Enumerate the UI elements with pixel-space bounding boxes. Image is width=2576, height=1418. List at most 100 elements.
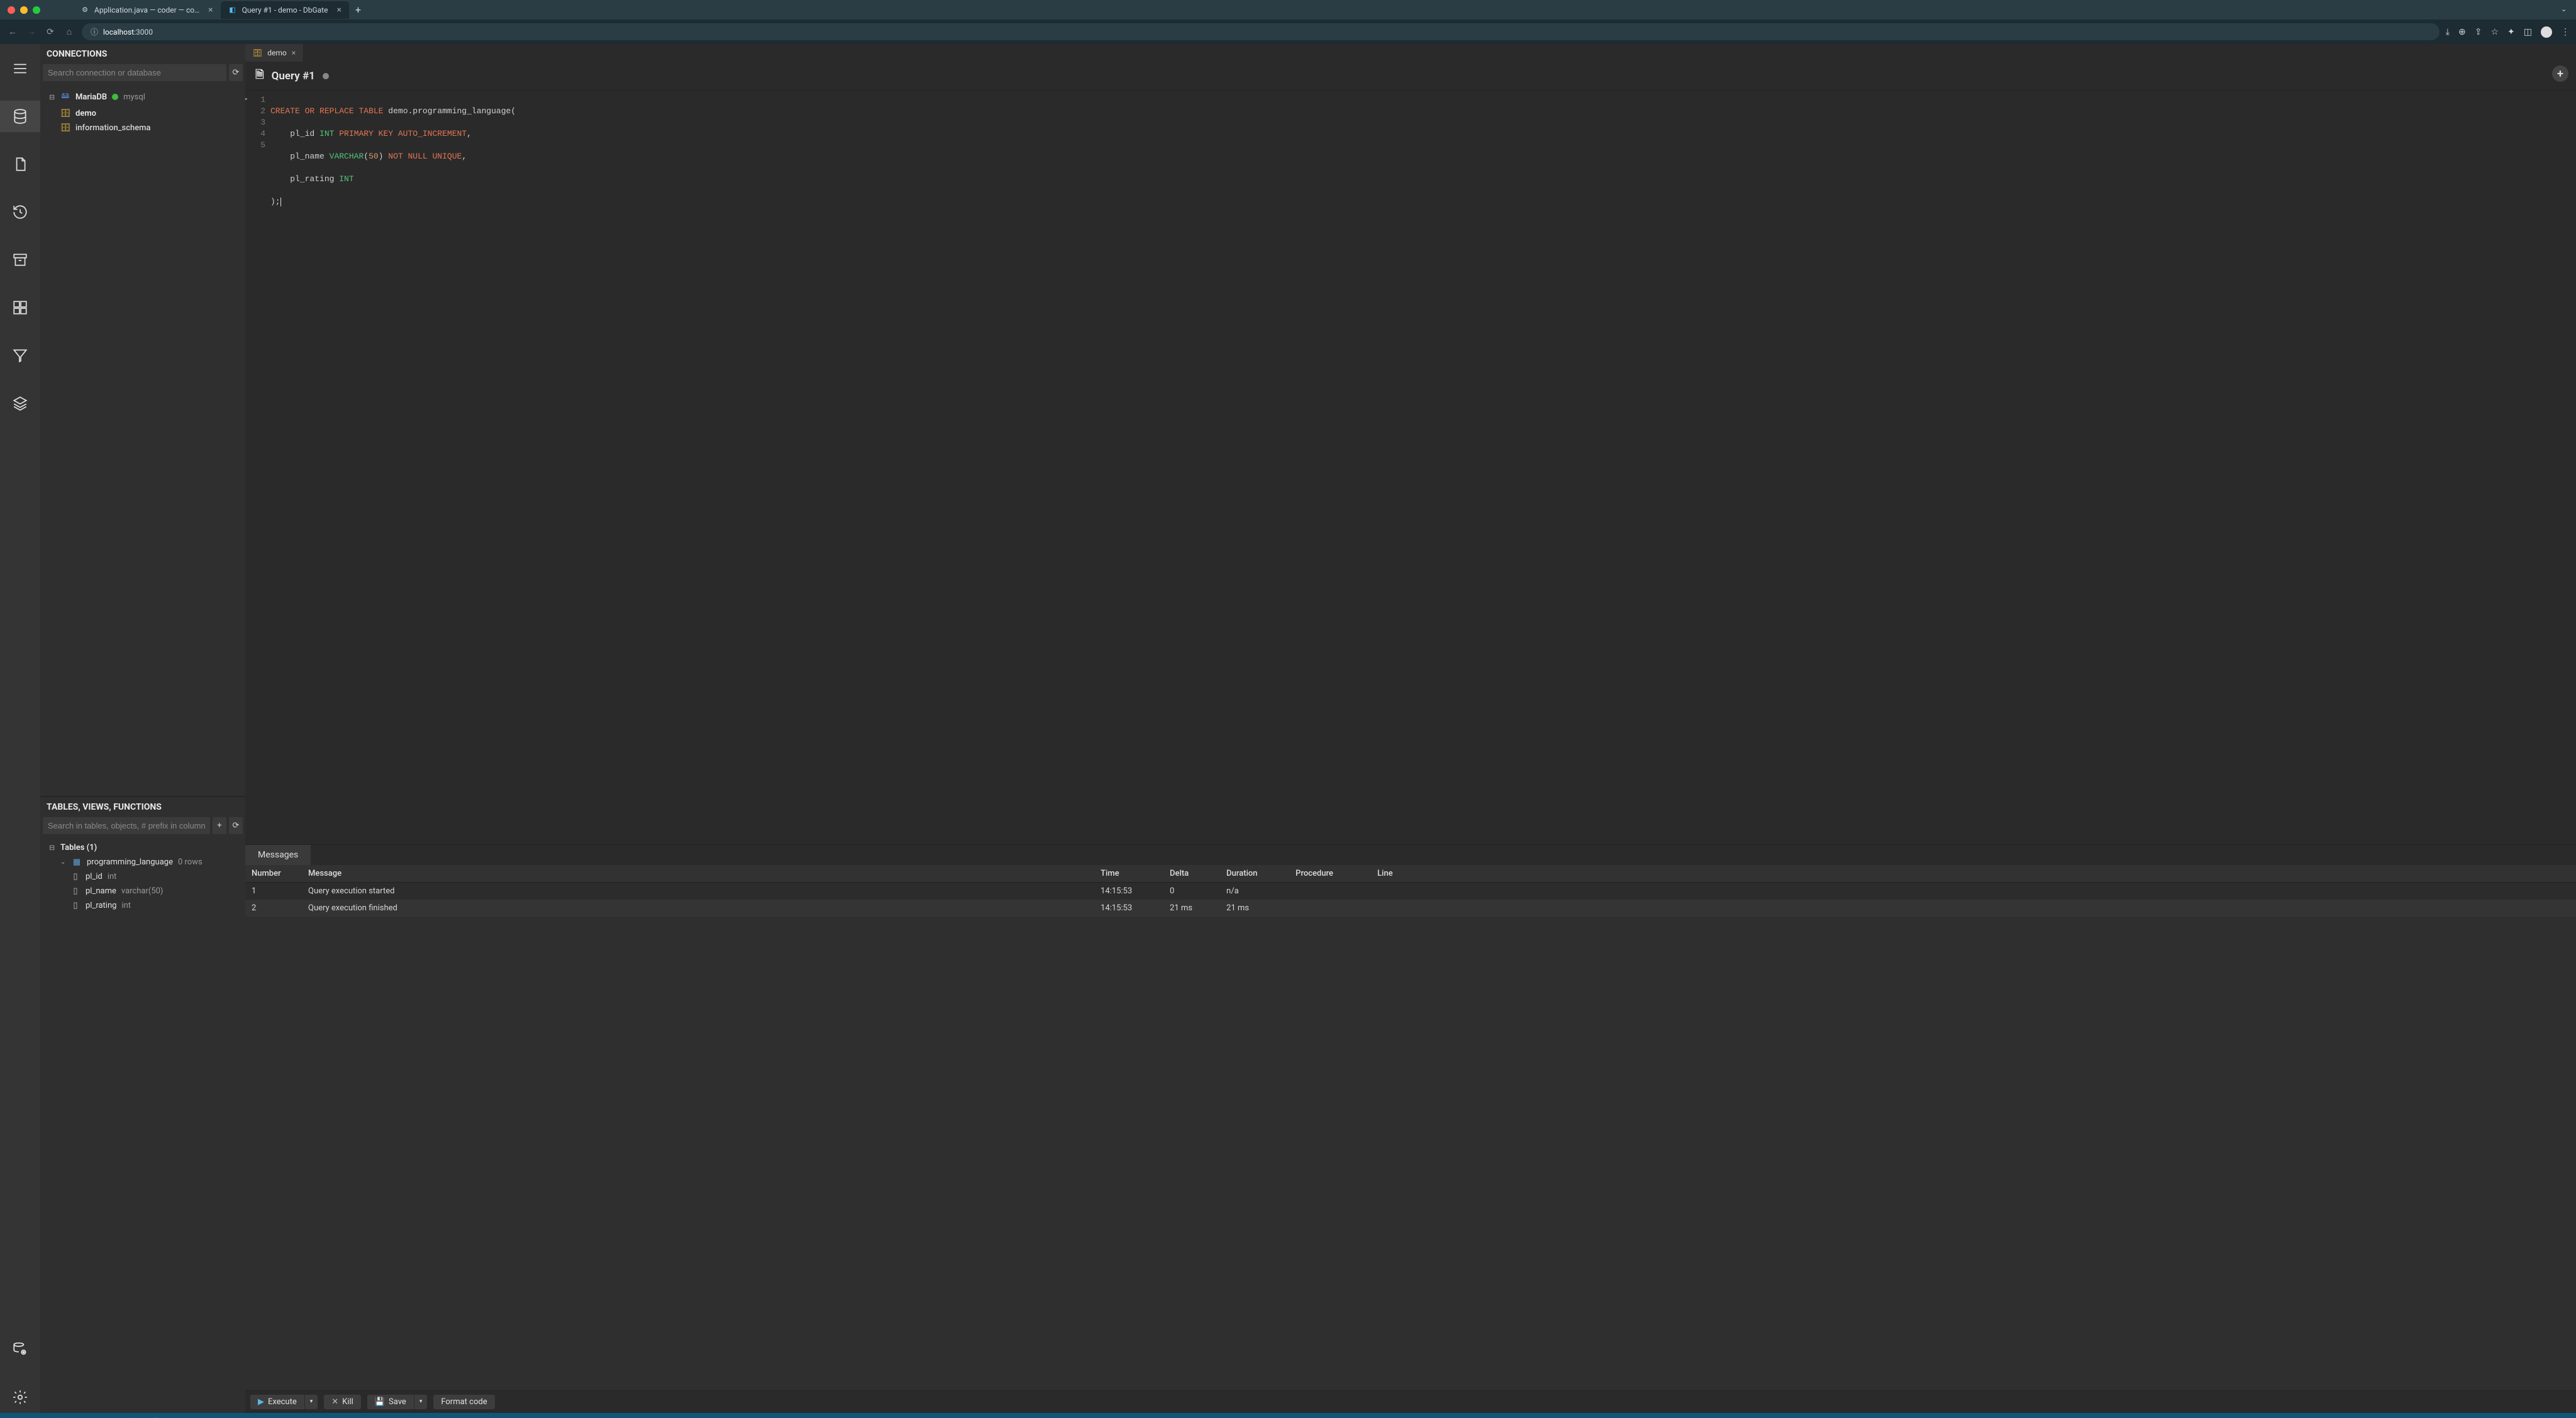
connections-header: CONNECTIONS xyxy=(40,44,245,64)
extensions-icon[interactable]: ✦ xyxy=(2507,27,2515,37)
new-query-button[interactable]: + xyxy=(2552,65,2568,82)
expand-icon[interactable]: ⌄ xyxy=(60,859,67,866)
status-connection[interactable]: 🖴MariaDB xyxy=(74,1415,118,1418)
column-row[interactable]: ▯ pl_id int xyxy=(43,869,243,884)
chevron-down-icon[interactable]: ⌄ xyxy=(2561,5,2568,13)
apps-icon[interactable] xyxy=(0,292,40,323)
bookmark-icon[interactable]: ☆ xyxy=(2490,27,2499,37)
format-code-button[interactable]: Format code xyxy=(433,1395,494,1409)
add-object-button[interactable]: + xyxy=(213,817,226,834)
browser-tab-title: Application.java — coder — co… xyxy=(94,6,199,14)
column-row[interactable]: ▯ pl_rating int xyxy=(43,898,243,913)
browser-tab-title: Query #1 - demo - DbGate xyxy=(242,6,328,14)
file-icon: 🗎 xyxy=(255,67,264,85)
profile-avatar[interactable] xyxy=(2541,26,2552,38)
url-host: localhost xyxy=(103,28,134,36)
file-tab-label: demo xyxy=(267,48,287,57)
server-icon: 🖴 xyxy=(60,90,70,104)
db-eye-icon[interactable] xyxy=(0,1334,40,1365)
search-connections-input[interactable] xyxy=(43,64,226,81)
save-button[interactable]: 💾Save xyxy=(367,1395,414,1409)
settings-icon[interactable] xyxy=(0,1382,40,1413)
window-minimize[interactable] xyxy=(20,6,28,14)
file-header: 🗎 Query #1 + xyxy=(245,62,2576,91)
editor-gutter: ▶1 2 3 4 5 xyxy=(245,91,270,844)
table-row[interactable]: 1 Query execution started 14:15:53 0 n/a xyxy=(245,882,2576,900)
run-marker-icon[interactable]: ▶ xyxy=(245,94,248,106)
database-row[interactable]: 🗄 demo xyxy=(43,106,243,121)
column-icon: ▯ xyxy=(70,872,80,881)
site-info-icon[interactable]: ⓘ xyxy=(91,26,98,37)
tables-group[interactable]: ⊟ Tables (1) xyxy=(43,840,243,855)
editor-code[interactable]: CREATE OR REPLACE TABLE demo.programming… xyxy=(270,91,516,844)
column-name: pl_id xyxy=(86,872,103,881)
panel-icon[interactable]: ◫ xyxy=(2524,27,2532,37)
database-icon: 🗄 xyxy=(60,123,70,133)
file-icon[interactable] xyxy=(0,148,40,180)
database-icon: 🗄 xyxy=(253,48,262,57)
favicon-icon: ⚙ xyxy=(80,6,89,14)
filter-icon[interactable] xyxy=(0,340,40,371)
database-icon[interactable] xyxy=(0,101,40,132)
nav-back-button[interactable]: ← xyxy=(6,26,19,37)
status-bar: 🗄demo 🎨 🖴MariaDB 🎨 👤user ●Connected 🖥Mar… xyxy=(0,1413,2576,1418)
connection-engine: mysql xyxy=(123,92,145,102)
col-line[interactable]: Line xyxy=(1371,865,2576,883)
kebab-menu-icon[interactable]: ⋮ xyxy=(2561,27,2570,37)
connection-name: MariaDB xyxy=(75,92,107,102)
sql-editor[interactable]: ▶1 2 3 4 5 CREATE OR REPLACE TABLE demo.… xyxy=(245,91,2576,844)
column-row[interactable]: ▯ pl_name varchar(50) xyxy=(43,884,243,898)
archive-icon[interactable] xyxy=(0,244,40,276)
col-procedure[interactable]: Procedure xyxy=(1289,865,1371,883)
column-icon: ▯ xyxy=(70,901,80,910)
table-rowcount: 0 rows xyxy=(178,857,203,867)
table-row[interactable]: 2 Query execution finished 14:15:53 21 m… xyxy=(245,900,2576,917)
column-icon: ▯ xyxy=(70,886,80,896)
history-icon[interactable] xyxy=(0,196,40,228)
database-row[interactable]: 🗄 information_schema xyxy=(43,121,243,135)
col-number[interactable]: Number xyxy=(245,865,302,883)
browser-tab[interactable]: ⚙ Application.java — coder — co… × xyxy=(73,1,221,19)
window-zoom[interactable] xyxy=(33,6,40,14)
window-close[interactable] xyxy=(8,6,15,14)
share-icon[interactable]: ⇪ xyxy=(2475,27,2482,37)
col-delta[interactable]: Delta xyxy=(1163,865,1220,883)
close-icon[interactable]: × xyxy=(208,5,213,15)
connection-row[interactable]: ⊟ 🖴 MariaDB mysql xyxy=(43,87,243,106)
collapse-icon[interactable]: ⊟ xyxy=(49,844,55,852)
database-icon: 🗄 xyxy=(60,109,70,118)
save-menu-button[interactable]: ▾ xyxy=(414,1395,428,1409)
col-time[interactable]: Time xyxy=(1094,865,1163,883)
refresh-objects-button[interactable]: ⟳ xyxy=(229,817,243,834)
col-duration[interactable]: Duration xyxy=(1220,865,1289,883)
column-type: int xyxy=(121,901,131,910)
nav-forward-button[interactable]: → xyxy=(25,26,38,37)
address-bar[interactable]: ⓘ localhost:3000 xyxy=(82,23,2440,40)
execute-button[interactable]: ▶Execute xyxy=(250,1395,304,1409)
home-button[interactable]: ⌂ xyxy=(63,26,75,37)
browser-tab[interactable]: ◧ Query #1 - demo - DbGate × xyxy=(221,1,349,19)
col-message[interactable]: Message xyxy=(302,865,1094,883)
tab-messages[interactable]: Messages xyxy=(245,845,311,865)
zoom-icon[interactable]: ⊕ xyxy=(2458,27,2466,37)
search-objects-input[interactable] xyxy=(43,817,210,834)
close-icon[interactable]: × xyxy=(336,5,341,15)
kill-button[interactable]: ✕Kill xyxy=(324,1395,361,1409)
column-type: varchar(50) xyxy=(121,886,164,896)
refresh-connections-button[interactable]: ⟳ xyxy=(229,64,243,81)
install-app-icon[interactable]: ⤓ xyxy=(2446,27,2450,37)
execute-menu-button[interactable]: ▾ xyxy=(305,1395,318,1409)
layers-icon[interactable] xyxy=(0,388,40,419)
tables-group-label: Tables (1) xyxy=(60,843,97,852)
file-tab[interactable]: 🗄 demo × xyxy=(245,44,304,62)
favicon-icon: ◧ xyxy=(228,6,237,14)
messages-grid[interactable]: Number Message Time Delta Duration Proce… xyxy=(245,865,2576,1390)
column-type: int xyxy=(108,872,117,881)
table-icon: ▦ xyxy=(72,857,82,867)
new-tab-button[interactable]: + xyxy=(349,0,367,20)
reload-button[interactable]: ⟳ xyxy=(44,27,57,37)
close-icon[interactable]: × xyxy=(292,48,296,57)
table-row[interactable]: ⌄ ▦ programming_language 0 rows xyxy=(43,855,243,869)
menu-icon[interactable] xyxy=(0,53,40,84)
collapse-icon[interactable]: ⊟ xyxy=(49,93,55,101)
